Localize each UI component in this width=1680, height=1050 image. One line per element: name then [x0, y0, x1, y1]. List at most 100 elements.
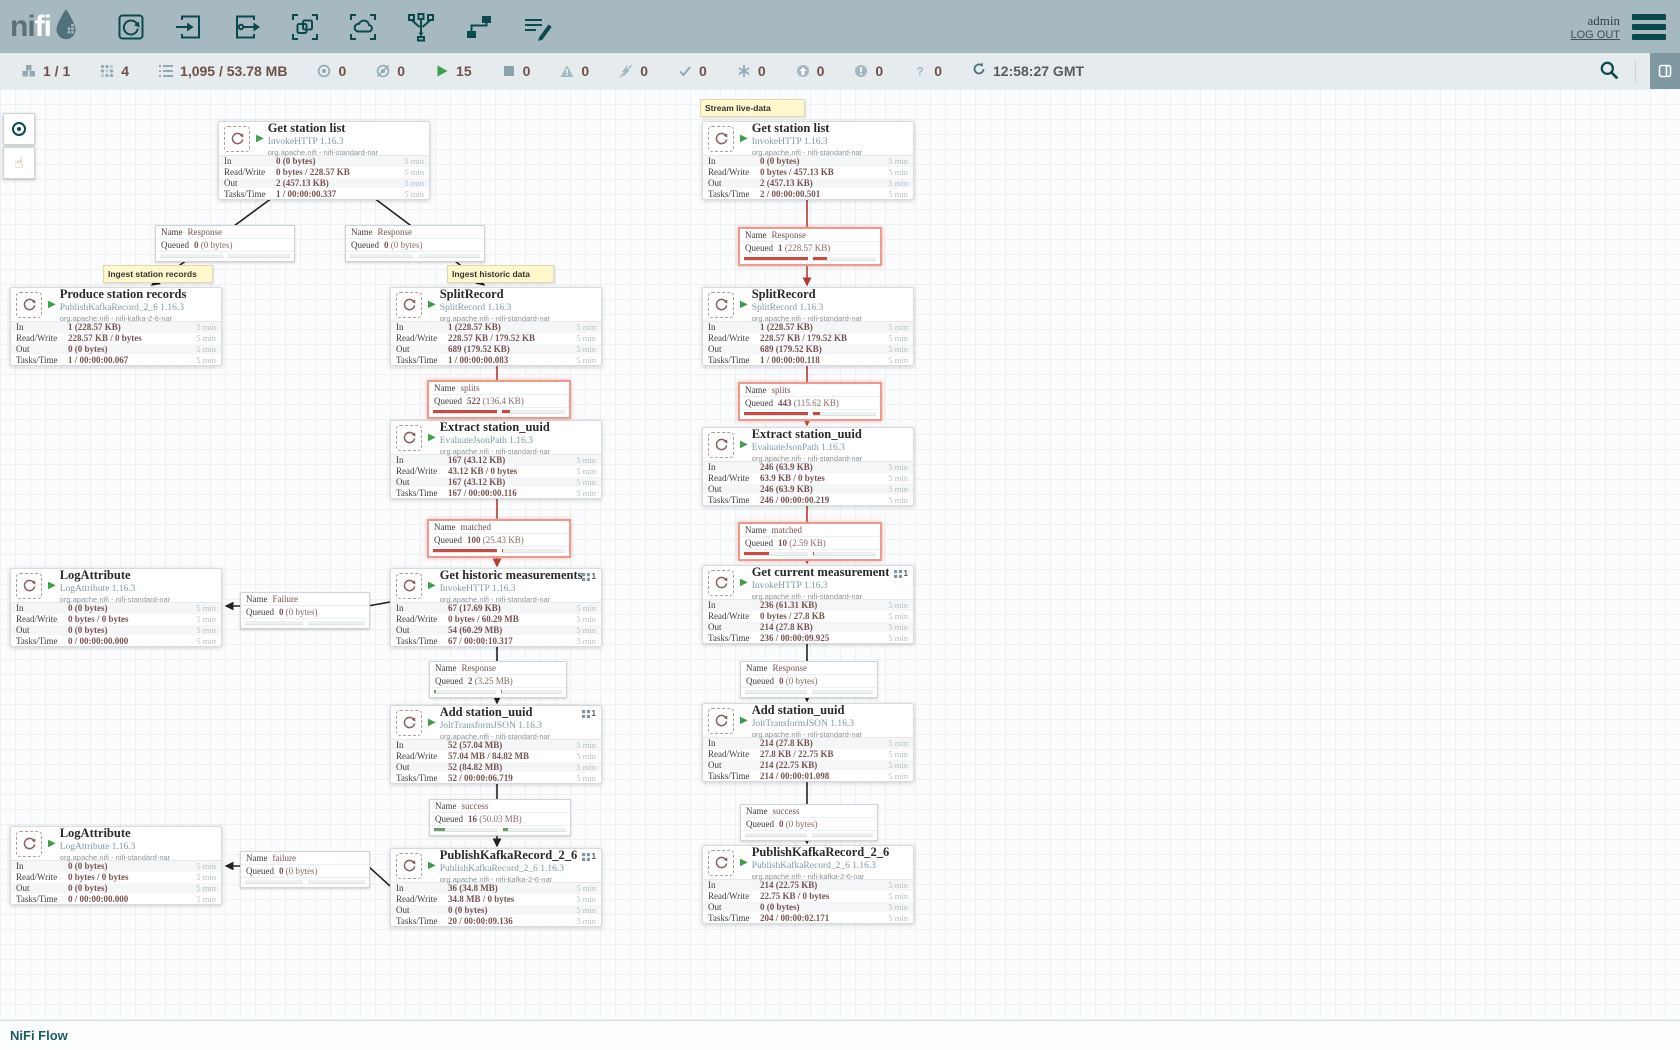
processor-publishkafka-mid[interactable]: ▶PublishKafkaRecord_2_6PublishKafkaRecor… — [390, 848, 602, 927]
processor-icon — [396, 425, 422, 451]
processor-bundle: org.apache.nifi - nifi-standard-nar — [752, 148, 862, 157]
processor-splitrecord-mid[interactable]: ▶SplitRecordSplitRecord 1.16.3org.apache… — [390, 287, 602, 366]
logout-link[interactable]: LOG OUT — [1570, 29, 1620, 41]
processor-bundle: org.apache.nifi - nifi-standard-nar — [440, 314, 550, 323]
canvas-label-stream-live-data[interactable]: Stream live-data — [700, 99, 805, 117]
connection-response-left-2[interactable]: NameResponseQueued0 (0 bytes) — [345, 225, 485, 262]
stat-row-out: Out689 (179.52 KB)5 min — [391, 344, 601, 355]
processor-name: Extract station_uuid — [440, 420, 550, 435]
toolbar-input-port-icon[interactable] — [173, 11, 205, 43]
nifi-app: nifi admin LOG OUT 1 / 141,095 / 53.78 M… — [0, 0, 1680, 1050]
processor-bundle: org.apache.nifi - nifi-kafka-2-6-nar — [440, 875, 578, 884]
connection-name-row: NameResponse — [430, 662, 566, 675]
stat-row-in: In67 (17.69 KB)5 min — [391, 603, 601, 614]
connection-response-right-1[interactable]: NameResponseQueued1 (228.57 KB) — [738, 227, 882, 266]
up-to-date-icon — [678, 64, 692, 78]
last-refresh[interactable]: 12:58:27 GMT — [972, 62, 1084, 81]
processor-logattribute-top[interactable]: ▶LogAttributeLogAttribute 1.16.3org.apac… — [10, 568, 222, 647]
canvas-label-ingest-station-records[interactable]: Ingest station records — [103, 265, 213, 283]
relationship-name: matched — [772, 525, 803, 535]
processor-get-historic-measurements[interactable]: ▶Get historic measurementsInvokeHTTP 1.1… — [390, 568, 602, 647]
queued-size: (0 bytes) — [391, 240, 423, 250]
processor-stats: In214 (27.8 KB)5 minRead/Write27.8 KB / … — [703, 737, 913, 781]
connection-response-right-2[interactable]: NameResponseQueued0 (0 bytes) — [740, 661, 878, 698]
processor-stats: In0 (0 bytes)5 minRead/Write0 bytes / 45… — [703, 155, 913, 199]
global-menu-button[interactable] — [1632, 14, 1666, 40]
status-stale-count: 0 — [817, 63, 825, 79]
user-area: admin LOG OUT — [1570, 13, 1620, 41]
processor-get-station-list-1[interactable]: ▶Get station listInvokeHTTP 1.16.3org.ap… — [218, 121, 430, 200]
toolbar-output-port-icon[interactable] — [231, 11, 263, 43]
relationship-name: Response — [773, 663, 808, 673]
toolbar-process-group-icon[interactable] — [289, 11, 321, 43]
panel-toggle-button[interactable] — [1650, 53, 1680, 89]
processor-add-station-uuid-right[interactable]: ▶Add station_uuidJoltTransformJSON 1.16.… — [702, 703, 914, 782]
processor-stats: In246 (63.9 KB)5 minRead/Write63.9 KB / … — [703, 461, 913, 505]
status-stale: 0 — [796, 63, 825, 79]
disabled-icon — [619, 64, 633, 78]
processor-add-station-uuid-mid[interactable]: ▶Add station_uuidJoltTransformJSON 1.16.… — [390, 705, 602, 784]
connection-queued-row: Queued0 (0 bytes) — [241, 606, 369, 619]
toolbar-funnel-icon[interactable] — [405, 11, 437, 43]
connection-failure-bottom[interactable]: NamefailureQueued0 (0 bytes) — [240, 851, 370, 888]
connection-response-mid[interactable]: NameResponseQueued2 (3.25 MB) — [429, 661, 567, 698]
stat-row-in: In246 (63.9 KB)5 min — [703, 462, 913, 473]
toolbar-template-icon[interactable] — [463, 11, 495, 43]
processor-get-current-measurement[interactable]: ▶Get current measurementInvokeHTTP 1.16.… — [702, 565, 914, 644]
connection-success-mid[interactable]: NamesuccessQueued16 (50.03 MB) — [429, 799, 571, 836]
backpressure-bar — [501, 690, 563, 694]
status-transmitting-count: 0 — [338, 63, 346, 79]
connection-success-right[interactable]: NamesuccessQueued0 (0 bytes) — [740, 804, 878, 841]
processor-logattribute-bottom[interactable]: ▶LogAttributeLogAttribute 1.16.3org.apac… — [10, 826, 222, 905]
stat-row-read-write: Read/Write34.8 MB / 0 bytes5 min — [391, 894, 601, 905]
relationship-name: Response — [188, 227, 223, 237]
backpressure-bar — [228, 254, 291, 258]
backpressure-bar — [744, 257, 808, 261]
queued-size: (0 bytes) — [286, 607, 318, 617]
processor-icon — [708, 570, 734, 596]
connection-matched-mid[interactable]: NamematchedQueued100 (25.43 KB) — [427, 519, 571, 558]
backpressure-bar — [433, 549, 497, 553]
tasks-icon — [582, 710, 590, 718]
connection-splits-mid[interactable]: NamesplitsQueued522 (136.4 KB) — [427, 380, 571, 419]
navigate-palette-toggle[interactable] — [3, 113, 35, 145]
processor-icon — [16, 573, 42, 599]
toolbar-processor-icon[interactable] — [115, 11, 147, 43]
stat-row-read-write: Read/Write43.12 KB / 0 bytes5 min — [391, 466, 601, 477]
processor-produce-station-records[interactable]: ▶Produce station recordsPublishKafkaReco… — [10, 287, 222, 366]
breadcrumb[interactable]: NiFi Flow — [10, 1028, 68, 1043]
processor-get-station-list-2[interactable]: ▶Get station listInvokeHTTP 1.16.3org.ap… — [702, 121, 914, 200]
processor-name: Produce station records — [60, 287, 187, 302]
queued-count: 0 — [779, 676, 784, 686]
canvas-label-ingest-historic-data[interactable]: Ingest historic data — [447, 265, 554, 283]
processor-extract-station-uuid-mid[interactable]: ▶Extract station_uuidEvaluateJsonPath 1.… — [390, 420, 602, 499]
processor-header: ▶PublishKafkaRecord_2_6PublishKafkaRecor… — [391, 849, 601, 882]
operate-palette-toggle[interactable]: ☝ — [3, 147, 35, 179]
status-invalid-count: 0 — [581, 63, 589, 79]
processor-publishkafka-right[interactable]: ▶PublishKafkaRecord_2_6PublishKafkaRecor… — [702, 845, 914, 924]
processor-splitrecord-right[interactable]: ▶SplitRecordSplitRecord 1.16.3org.apache… — [702, 287, 914, 366]
search-icon[interactable] — [1599, 60, 1636, 82]
flow-canvas[interactable]: Stream live-data Ingest station records In… — [0, 89, 1680, 1020]
stat-row-read-write: Read/Write228.57 KB / 179.52 KB5 min — [391, 333, 601, 344]
status-transmitting: 0 — [317, 63, 346, 79]
processor-extract-station-uuid-right[interactable]: ▶Extract station_uuidEvaluateJsonPath 1.… — [702, 427, 914, 506]
stat-row-tasks-time: Tasks/Time1 / 00:00:00.0675 min — [11, 354, 221, 365]
toolbar-label-icon[interactable] — [521, 11, 553, 43]
status-queued-objects: 1,095 / 53.78 MB — [159, 63, 287, 79]
processor-type: LogAttribute 1.16.3 — [60, 842, 170, 852]
connection-matched-right[interactable]: NamematchedQueued10 (2.59 KB) — [738, 522, 882, 561]
processor-stats: In1 (228.57 KB)5 minRead/Write228.57 KB … — [391, 321, 601, 365]
connection-splits-right[interactable]: NamesplitsQueued443 (115.62 KB) — [738, 382, 882, 421]
processor-stats: In236 (61.31 KB)5 minRead/Write0 bytes /… — [703, 599, 913, 643]
processor-stats: In1 (228.57 KB)5 minRead/Write228.57 KB … — [11, 321, 221, 365]
connection-response-left-1[interactable]: NameResponseQueued0 (0 bytes) — [155, 225, 295, 262]
connection-name-row: NameResponse — [741, 662, 877, 675]
processor-header: ▶Get current measurementInvokeHTTP 1.16.… — [703, 566, 913, 599]
processor-type: InvokeHTTP 1.16.3 — [752, 137, 862, 147]
toolbar-remote-process-group-icon[interactable] — [347, 11, 379, 43]
status-queued-objects-count: 1,095 / 53.78 MB — [180, 63, 287, 79]
backpressure-bar — [812, 833, 874, 837]
processor-header: ▶Extract station_uuidEvaluateJsonPath 1.… — [703, 428, 913, 461]
connection-failure-top[interactable]: NameFailureQueued0 (0 bytes) — [240, 592, 370, 629]
